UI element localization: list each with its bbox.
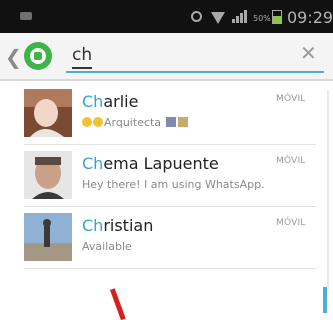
close-icon[interactable]: ✕	[300, 41, 317, 65]
avatar	[24, 213, 72, 261]
building-icon	[165, 117, 176, 127]
smiley-icon	[93, 117, 103, 127]
phone-type-label: MÓVIL	[276, 94, 306, 104]
smiley-icon	[82, 117, 92, 127]
house-icon	[177, 117, 188, 127]
avatar	[24, 89, 72, 137]
scrollbar-thumb[interactable]	[323, 287, 327, 313]
alarm-icon	[191, 11, 202, 22]
clock: 09:29	[287, 8, 333, 27]
contact-name: Charlie	[82, 92, 139, 111]
list-item[interactable]: Chema Lapuente MÓVIL Hey there! I am usi…	[0, 145, 316, 207]
contact-status: Arquitecta	[82, 116, 188, 129]
list-item[interactable]: Christian MÓVIL Available	[0, 207, 316, 269]
whatsapp-logo-icon[interactable]	[24, 42, 52, 70]
contact-status: Available	[82, 240, 132, 253]
signal-icon	[232, 10, 247, 23]
search-action-bar: ❮ ch ✕	[0, 33, 333, 81]
scrollbar-track[interactable]	[327, 90, 329, 290]
battery-percent: 50%	[253, 14, 271, 23]
phone-type-label: MÓVIL	[276, 218, 306, 228]
battery-icon	[272, 10, 282, 24]
divider	[24, 268, 316, 269]
chevron-left-icon[interactable]: ❮	[5, 45, 22, 69]
red-annotation-mark	[110, 288, 126, 320]
avatar	[24, 151, 72, 199]
search-input-value: ch	[72, 45, 93, 65]
list-item[interactable]: Charlie MÓVIL Arquitecta	[0, 83, 316, 145]
contact-name: Chema Lapuente	[82, 154, 219, 173]
status-bar: 50% 09:29	[0, 0, 333, 33]
search-input[interactable]: ch	[66, 43, 324, 73]
contact-name: Christian	[82, 216, 154, 235]
text-cursor-underline	[72, 67, 92, 69]
contact-status: Hey there! I am using WhatsApp.	[82, 178, 265, 191]
phone-type-label: MÓVIL	[276, 156, 306, 166]
notification-icon	[20, 12, 32, 20]
wifi-icon	[211, 12, 225, 24]
